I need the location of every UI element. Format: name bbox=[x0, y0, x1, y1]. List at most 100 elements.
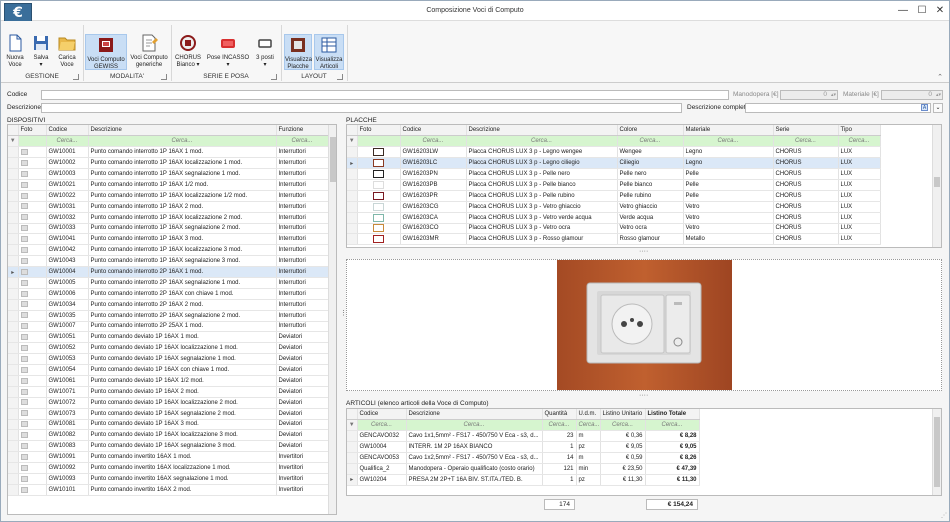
pose-incasso-button[interactable]: Pose INCASSO ▾ bbox=[205, 34, 251, 69]
column-header-codice[interactable]: Codice bbox=[357, 409, 407, 421]
table-row[interactable]: GW10083 Punto comando deviato 1P 16AX seg… bbox=[8, 440, 329, 453]
column-header-foto[interactable]: Foto bbox=[357, 125, 401, 137]
layout-launcher-icon[interactable] bbox=[337, 74, 343, 80]
nuova-voce-button[interactable]: Nuova Voce bbox=[3, 34, 27, 69]
table-row[interactable]: GW16203LW Placca CHORUS LUX 3 p - Legno w… bbox=[347, 146, 881, 159]
table-row[interactable]: GENCAVO053 Cavo 1x2,5mm² - FS17 - 450/750… bbox=[347, 452, 700, 464]
filter-cell[interactable]: Cerca... bbox=[645, 419, 700, 432]
table-row[interactable]: GW10052 Punto comando deviato 1P 16AX loc… bbox=[8, 342, 329, 355]
horizontal-splitter-grip[interactable]: ···· bbox=[639, 392, 648, 399]
filter-cell[interactable]: Cerca... bbox=[276, 135, 329, 148]
table-row[interactable]: GW10101 Punto comando invertito 16AX 2 mo… bbox=[8, 484, 329, 496]
filter-cell[interactable]: Cerca... bbox=[357, 419, 407, 432]
table-row[interactable]: GW10072 Punto comando deviato 1P 16AX loc… bbox=[8, 397, 329, 409]
table-row[interactable]: GW10043 Punto comando interrotto 1P 16AX … bbox=[8, 255, 329, 268]
dispositivi-scrollbar[interactable] bbox=[328, 125, 336, 514]
filter-cell[interactable]: Cerca... bbox=[576, 419, 601, 432]
table-row[interactable]: GENCAVO032 Cavo 1x1,5mm² - FS17 - 450/750… bbox=[347, 430, 700, 443]
articoli-scrollbar[interactable] bbox=[932, 409, 941, 495]
minimize-button[interactable]: — bbox=[894, 3, 912, 19]
table-row[interactable]: GW10042 Punto comando interrotto 1P 16AX … bbox=[8, 244, 329, 257]
salva-button[interactable]: Salva ▾ bbox=[29, 34, 53, 69]
column-header-materiale[interactable]: Materiale bbox=[683, 125, 774, 137]
filter-cell[interactable]: Cerca... bbox=[466, 135, 618, 148]
table-row[interactable]: GW10031 Punto comando interrotto 1P 16AX … bbox=[8, 201, 329, 213]
table-row[interactable]: GW10091 Punto comando invertito 16AX 1 mo… bbox=[8, 451, 329, 464]
voci-computo-gewiss-button[interactable]: Voci Computo GEWISS bbox=[85, 34, 127, 70]
table-row[interactable]: GW10061 Punto comando deviato 1P 16AX 1/2… bbox=[8, 375, 329, 387]
column-header-descrizione[interactable]: Descrizione bbox=[406, 409, 543, 421]
column-header-codice[interactable]: Codice bbox=[46, 125, 89, 137]
column-header-descrizione[interactable]: Descrizione bbox=[466, 125, 618, 137]
gestione-launcher-icon[interactable] bbox=[73, 74, 79, 80]
table-row[interactable]: GW10081 Punto comando deviato 1P 16AX 3 m… bbox=[8, 419, 329, 431]
column-header-listino-unitario[interactable]: Listino Unitario bbox=[600, 409, 646, 421]
filter-cell[interactable]: Cerca... bbox=[600, 419, 646, 432]
table-row[interactable]: GW10007 Punto comando interrotto 2P 25AX … bbox=[8, 321, 329, 333]
filter-cell[interactable] bbox=[357, 135, 401, 148]
table-row[interactable]: GW10093 Punto comando invertito 16AX segn… bbox=[8, 473, 329, 485]
table-row[interactable]: GW10073 Punto comando deviato 1P 16AX seg… bbox=[8, 408, 329, 420]
column-header-quantita[interactable]: Quantità bbox=[542, 409, 577, 421]
collapse-ribbon-icon[interactable]: ⌃ bbox=[937, 73, 943, 81]
close-button[interactable]: ✕ bbox=[931, 3, 949, 19]
filter-cell[interactable]: Cerca... bbox=[683, 135, 774, 148]
table-row[interactable]: GW10022 Punto comando interrotto 1P 16AX … bbox=[8, 190, 329, 202]
filter-cell[interactable]: Cerca... bbox=[400, 135, 467, 148]
table-row[interactable]: GW10035 Punto comando interrotto 2P 16AX … bbox=[8, 310, 329, 322]
table-row[interactable]: Qualifica_2 Manodopera - Operaio qualific… bbox=[347, 463, 700, 475]
table-row[interactable]: GW10051 Punto comando deviato 1P 16AX 1 m… bbox=[8, 331, 329, 344]
voci-computo-generiche-button[interactable]: Voci Computo generiche bbox=[129, 34, 169, 69]
descrizione-input[interactable] bbox=[41, 103, 682, 113]
table-row[interactable]: GW10054 Punto comando deviato 1P 16AX con… bbox=[8, 364, 329, 376]
table-row[interactable]: GW16203PR Placca CHORUS LUX 3 p - Pelle r… bbox=[347, 190, 881, 202]
posti-button[interactable]: 3 posti ▾ bbox=[253, 34, 277, 69]
filter-cell[interactable] bbox=[18, 135, 47, 148]
table-row[interactable]: GW10092 Punto comando invertito 16AX loca… bbox=[8, 462, 329, 474]
table-row[interactable]: GW10005 Punto comando interrotto 2P 16AX … bbox=[8, 277, 329, 289]
resize-grip-icon[interactable]: ⋰ bbox=[941, 512, 947, 519]
filter-cell[interactable]: Cerca... bbox=[773, 135, 839, 148]
table-row[interactable]: GW10002 Punto comando interrotto 1P 16AX … bbox=[8, 157, 329, 170]
table-row[interactable]: ▸ GW10004 Punto comando interrotto 2P 16AX… bbox=[8, 266, 329, 278]
column-header-tipo[interactable]: Tipo bbox=[838, 125, 881, 137]
table-row[interactable]: ▸ GW10204 PRESA 2M 2P+T 16A BIV. ST.ITA./T… bbox=[347, 474, 700, 486]
table-row[interactable]: GW10001 Punto comando interrotto 1P 16AX … bbox=[8, 146, 329, 159]
scrollbar-thumb[interactable] bbox=[934, 177, 940, 187]
column-header-foto[interactable]: Foto bbox=[18, 125, 47, 137]
table-row[interactable]: GW10082 Punto comando deviato 1P 16AX loc… bbox=[8, 429, 329, 442]
column-header-funzione[interactable]: Funzione bbox=[276, 125, 329, 137]
filter-cell[interactable]: Cerca... bbox=[406, 419, 543, 432]
table-row[interactable]: ▸ GW16203LC Placca CHORUS LUX 3 p - Legno … bbox=[347, 157, 881, 170]
filter-cell[interactable]: Cerca... bbox=[617, 135, 684, 148]
table-row[interactable]: GW10006 Punto comando interrotto 2P 16AX … bbox=[8, 288, 329, 300]
column-header-serie[interactable]: Serie bbox=[773, 125, 839, 137]
table-row[interactable]: GW16203CG Placca CHORUS LUX 3 p - Vetro g… bbox=[347, 201, 881, 213]
column-header-colore[interactable]: Colore bbox=[617, 125, 684, 137]
column-header-udm[interactable]: U.d.m. bbox=[576, 409, 601, 421]
table-row[interactable]: GW16203CA Placca CHORUS LUX 3 p - Vetro v… bbox=[347, 212, 881, 224]
filter-cell[interactable]: Cerca... bbox=[838, 135, 881, 148]
table-row[interactable]: GW10021 Punto comando interrotto 1P 16AX … bbox=[8, 179, 329, 191]
column-header-listino-totale[interactable]: Listino Totale bbox=[645, 409, 700, 421]
column-header-descrizione[interactable]: Descrizione bbox=[88, 125, 277, 137]
table-row[interactable]: GW10033 Punto comando interrotto 1P 16AX … bbox=[8, 223, 329, 235]
chorus-serie-button[interactable]: CHORUS Bianco ▾ bbox=[173, 34, 203, 69]
expand-description-icon[interactable]: ⌄ bbox=[933, 103, 943, 113]
table-row[interactable]: GW10032 Punto comando interrotto 1P 16AX … bbox=[8, 212, 329, 224]
scrollbar-thumb[interactable] bbox=[330, 137, 336, 182]
table-row[interactable]: GW10004 INTERR. 1M 2P 16AX BIANCO 1 pz € 9,0… bbox=[347, 441, 700, 454]
serie-launcher-icon[interactable] bbox=[271, 74, 277, 80]
column-header-codice[interactable]: Codice bbox=[400, 125, 467, 137]
carica-voce-button[interactable]: Carica Voce bbox=[55, 34, 79, 69]
descrizione-completa-input[interactable]: A bbox=[745, 103, 931, 113]
table-row[interactable]: GW10003 Punto comando interrotto 1P 16AX … bbox=[8, 168, 329, 180]
visualizza-articoli-button[interactable]: Visualizza Articoli bbox=[314, 34, 344, 70]
table-row[interactable]: GW10071 Punto comando deviato 1P 16AX 2 m… bbox=[8, 386, 329, 398]
filter-cell[interactable]: Cerca... bbox=[46, 135, 89, 148]
table-row[interactable]: GW16203PB Placca CHORUS LUX 3 p - Pelle b… bbox=[347, 179, 881, 191]
table-row[interactable]: GW16203PN Placca CHORUS LUX 3 p - Pelle n… bbox=[347, 168, 881, 180]
codice-input[interactable] bbox=[41, 90, 729, 100]
filter-cell[interactable]: Cerca... bbox=[88, 135, 277, 148]
text-editor-icon[interactable]: A bbox=[921, 104, 928, 111]
